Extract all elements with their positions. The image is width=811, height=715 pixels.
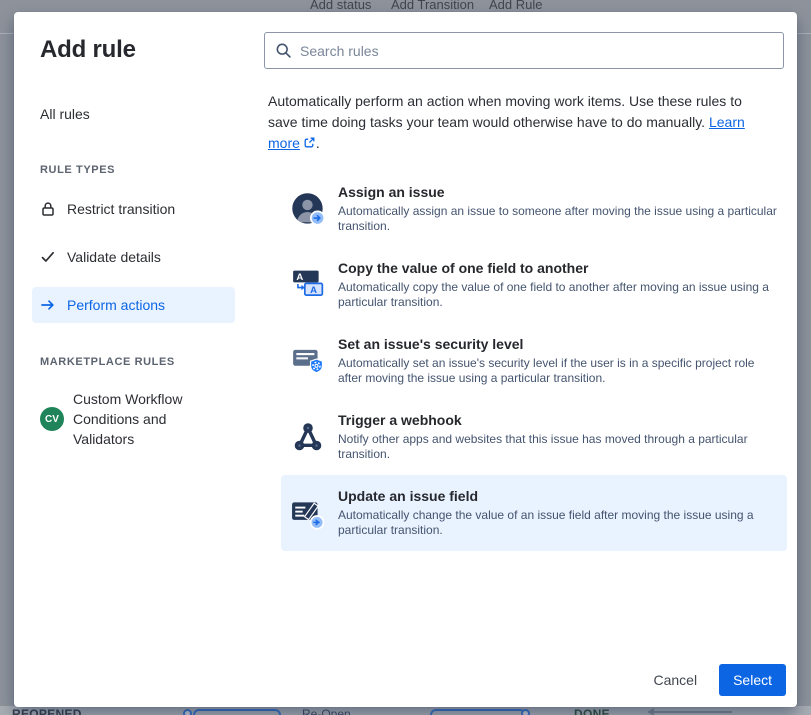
intro-text: Automatically perform an action when mov… xyxy=(268,91,774,155)
intro-suffix: . xyxy=(315,135,320,151)
marketplace-rules-heading: MARKETPLACE RULES xyxy=(40,356,175,368)
lock-icon xyxy=(40,201,56,217)
sidebar-item-custom-workflow-conditions[interactable]: CV Custom Workflow Conditions and Valida… xyxy=(40,389,225,449)
rule-text: Copy the value of one field to another A… xyxy=(338,260,777,311)
bg-add-rule-button: Add Rule xyxy=(489,0,543,12)
bg-transition-node xyxy=(521,709,530,715)
search-input[interactable] xyxy=(264,32,784,69)
rule-description: Automatically assign an issue to someone… xyxy=(338,203,777,234)
cancel-button[interactable]: Cancel xyxy=(639,664,711,696)
dialog-footer: Cancel Select xyxy=(639,664,786,696)
webhook-icon xyxy=(291,420,325,454)
copy-field-icon: A A xyxy=(291,268,325,302)
rule-title: Assign an issue xyxy=(338,183,445,200)
dialog-title: Add rule xyxy=(40,36,136,63)
sidebar-item-label: Restrict transition xyxy=(67,201,176,217)
bg-transition-chip xyxy=(193,709,281,715)
arrow-right-icon xyxy=(40,297,56,313)
sidebar-item-perform-actions[interactable]: Perform actions xyxy=(32,287,235,323)
external-link-icon xyxy=(303,134,316,155)
rule-item-trigger-webhook[interactable]: Trigger a webhook Notify other apps and … xyxy=(281,399,787,475)
rule-text: Update an issue field Automatically chan… xyxy=(338,488,777,539)
rule-text: Trigger a webhook Notify other apps and … xyxy=(338,412,777,463)
sidebar-item-label: Perform actions xyxy=(67,297,166,313)
sidebar-item-all-rules[interactable]: All rules xyxy=(32,98,235,130)
rule-title: Copy the value of one field to another xyxy=(338,259,589,276)
assign-issue-icon xyxy=(291,192,326,226)
rule-title: Update an issue field xyxy=(338,487,479,504)
intro-description: Automatically perform an action when mov… xyxy=(268,93,742,130)
search-rules-field xyxy=(264,32,784,69)
check-icon xyxy=(40,249,56,265)
screen: Add status Add Transition Add Rule REOPE… xyxy=(0,0,811,715)
bg-status-reopened: REOPENED xyxy=(12,707,82,715)
sidebar-item-restrict-transition[interactable]: Restrict transition xyxy=(32,191,235,227)
cv-app-badge: CV xyxy=(40,407,64,431)
sidebar-item-validate-details[interactable]: Validate details xyxy=(32,239,235,275)
bg-transition-node xyxy=(183,709,192,715)
rule-description: Automatically change the value of an iss… xyxy=(338,507,754,538)
bg-status-done: DONE xyxy=(574,707,610,715)
search-icon xyxy=(275,42,292,59)
security-level-icon xyxy=(291,344,325,378)
rule-text: Assign an issue Automatically assign an … xyxy=(338,184,777,235)
rule-description: Notify other apps and websites that this… xyxy=(338,431,748,462)
select-button[interactable]: Select xyxy=(719,664,786,696)
all-rules-label: All rules xyxy=(40,106,90,122)
bg-arrow xyxy=(647,708,732,715)
rule-item-copy-field-value[interactable]: A A Copy the value of one field to anoth… xyxy=(281,247,787,323)
rule-item-update-issue-field[interactable]: Update an issue field Automatically chan… xyxy=(281,475,787,551)
rule-description: Automatically set an issue's security le… xyxy=(338,355,755,386)
update-field-icon xyxy=(291,496,325,530)
marketplace-item-label: Custom Workflow Conditions and Validator… xyxy=(73,391,183,447)
rules-list: Assign an issue Automatically assign an … xyxy=(281,171,787,551)
rule-text: Set an issue's security level Automatica… xyxy=(338,336,777,387)
bg-transition-label: Re-Open xyxy=(302,707,351,715)
rule-item-assign-an-issue[interactable]: Assign an issue Automatically assign an … xyxy=(281,171,787,247)
bg-transition-chip xyxy=(430,709,526,715)
bg-add-status-button: Add status xyxy=(310,0,372,12)
rule-item-set-security-level[interactable]: Set an issue's security level Automatica… xyxy=(281,323,787,399)
add-rule-dialog: Add rule All rules RULE TYPES Restrict t… xyxy=(14,12,797,707)
sidebar-item-label: Validate details xyxy=(67,249,161,265)
svg-text:A: A xyxy=(310,285,317,296)
rule-description: Automatically copy the value of one fiel… xyxy=(338,279,769,310)
svg-text:A: A xyxy=(296,272,303,283)
background-workflow-strip: REOPENED Re-Open DONE xyxy=(0,706,811,715)
rule-types-heading: RULE TYPES xyxy=(40,164,116,176)
bg-add-transition-button: Add Transition xyxy=(391,0,475,12)
rule-title: Set an issue's security level xyxy=(338,335,524,352)
rule-title: Trigger a webhook xyxy=(338,411,462,428)
